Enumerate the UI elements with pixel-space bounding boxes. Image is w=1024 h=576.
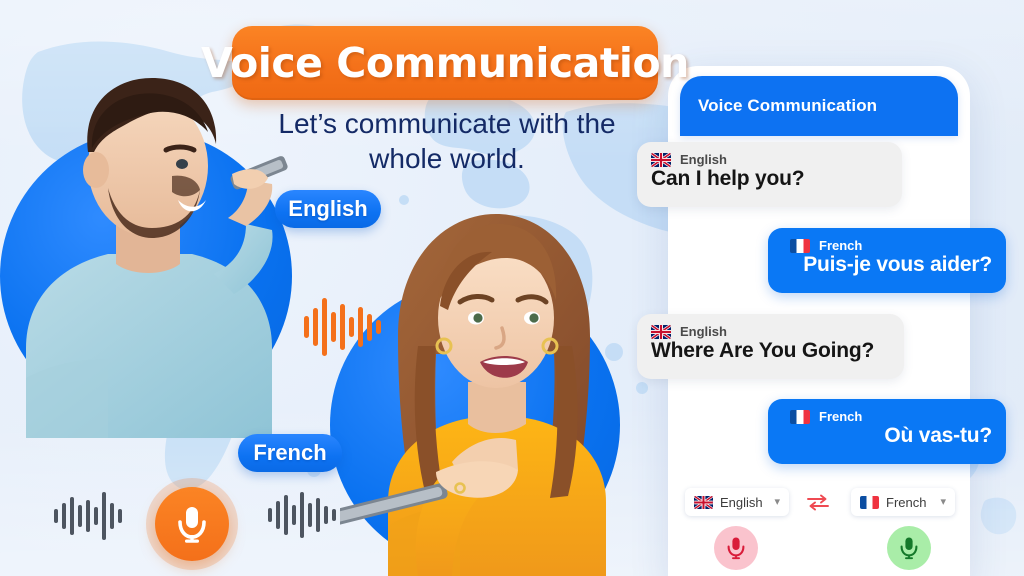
language-pill-french-label: French [253, 440, 327, 465]
swap-arrows-icon [807, 494, 829, 511]
source-mic-button[interactable] [714, 526, 758, 570]
bubble-meta: English [651, 152, 888, 167]
bubble-meta: English [651, 324, 890, 339]
woman-speaking-photo [340, 214, 606, 576]
chevron-down-icon: ▾ [940, 495, 946, 508]
page-subtitle-line1: Let’s communicate with the [278, 108, 616, 139]
microphone-icon [727, 537, 745, 560]
bubble-language-label: English [680, 152, 727, 167]
page-subtitle: Let’s communicate with the whole world. [252, 106, 642, 177]
bubble-meta: French [782, 238, 992, 253]
bubble-text: Où vas-tu? [884, 424, 992, 447]
language-pill-french[interactable]: French [238, 434, 342, 472]
source-language-select[interactable]: English ▾ [685, 488, 789, 516]
record-button[interactable] [155, 487, 229, 561]
poster-canvas: English French Voice Communication Engli… [0, 0, 1024, 576]
bubble-language-label: English [680, 324, 727, 339]
target-language-select[interactable]: French ▾ [851, 488, 955, 516]
uk-flag-icon [651, 324, 671, 339]
swap-languages-button[interactable] [803, 490, 833, 514]
source-language-label: English [720, 494, 763, 510]
phone-app-title: Voice Communication [698, 96, 878, 115]
bubble-meta: French [782, 409, 992, 424]
chat-bubble-outgoing[interactable]: French Puis-je vous aider? [768, 228, 1006, 293]
chat-bubble-outgoing[interactable]: French Où vas-tu? [768, 399, 1006, 464]
france-flag-icon [790, 409, 810, 424]
chat-bubble-incoming[interactable]: English Where Are You Going? [637, 314, 904, 379]
language-selector-row: English ▾ French ▾ [685, 488, 955, 518]
page-title: Voice Communication [201, 39, 689, 87]
uk-flag-icon [651, 152, 671, 167]
bubble-text: Where Are You Going? [651, 339, 875, 362]
waveform-right-dark [268, 492, 336, 538]
uk-flag-icon [694, 495, 713, 509]
phone-app-header: Voice Communication [680, 76, 958, 136]
target-mic-button[interactable] [887, 526, 931, 570]
bubble-language-label: French [819, 238, 863, 253]
chevron-down-icon: ▾ [774, 495, 780, 508]
bubble-text: Puis-je vous aider? [803, 253, 992, 276]
microphone-icon [900, 537, 918, 560]
language-pill-english[interactable]: English [275, 190, 381, 228]
bubble-text: Can I help you? [651, 167, 805, 190]
language-pill-english-label: English [288, 196, 368, 221]
chat-bubble-incoming[interactable]: English Can I help you? [637, 142, 902, 207]
waveform-left-dark [54, 492, 122, 540]
title-banner: Voice Communication [201, 26, 689, 100]
france-flag-icon [790, 238, 810, 253]
france-flag-icon [860, 495, 879, 509]
target-language-label: French [886, 494, 927, 510]
waveform-center-orange [304, 298, 381, 356]
bubble-language-label: French [819, 409, 863, 424]
microphone-icon [178, 507, 206, 543]
page-subtitle-line2: whole world. [369, 143, 525, 175]
